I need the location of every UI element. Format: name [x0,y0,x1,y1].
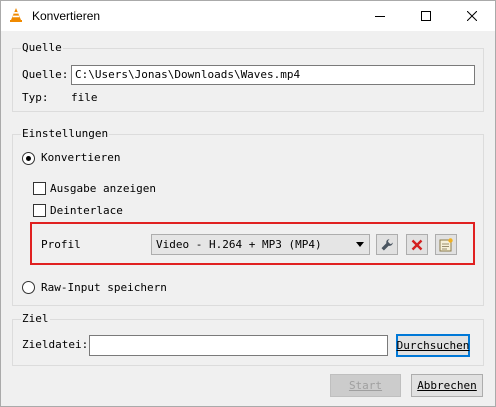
vlc-cone-icon [10,8,22,22]
raw-input-radio-label[interactable]: Raw-Input speichern [41,281,167,295]
cancel-button-label: Abbrechen [417,378,477,392]
convert-dialog: Konvertieren Quelle Quelle: C:\Users\Jon… [0,0,496,407]
target-group-label: Ziel [21,312,50,326]
source-group-label: Quelle [21,41,63,55]
profile-select-value: Video - H.264 + MP3 (MP4) [156,238,322,251]
wrench-icon [381,238,393,250]
profile-select[interactable]: Video - H.264 + MP3 (MP4) [151,234,370,255]
new-profile-button[interactable] [435,234,457,255]
maximize-icon [421,11,431,21]
source-path-field[interactable]: C:\Users\Jonas\Downloads\Waves.mp4 [71,65,475,85]
deinterlace-label[interactable]: Deinterlace [50,204,123,218]
settings-group-label: Einstellungen [21,127,110,141]
start-button[interactable]: Start [330,374,401,397]
show-output-checkbox[interactable] [33,182,46,195]
start-button-label: Start [348,378,383,392]
close-button[interactable] [449,1,495,31]
show-output-label[interactable]: Ausgabe anzeigen [50,182,156,196]
browse-button[interactable]: Durchsuchen [396,334,470,357]
target-file-label: Zieldatei: [22,338,89,351]
source-label: Quelle: [22,68,69,81]
convert-radio[interactable] [22,152,35,165]
profile-label: Profil [41,238,81,251]
title-bar[interactable]: Konvertieren [1,1,495,31]
browse-button-label: Durchsuchen [396,338,470,352]
delete-x-icon [411,239,423,250]
maximize-button[interactable] [403,1,449,31]
convert-radio-label[interactable]: Konvertieren [41,151,120,165]
close-icon [467,11,477,21]
delete-profile-button[interactable] [406,234,428,255]
raw-input-radio[interactable] [22,281,35,294]
type-label: Typ: [22,91,49,104]
minimize-icon [375,16,385,17]
edit-profile-button[interactable] [376,234,398,255]
window-title: Konvertieren [32,9,101,23]
deinterlace-checkbox[interactable] [33,204,46,217]
cancel-button[interactable]: Abbrechen [411,374,483,397]
target-file-input[interactable] [89,335,388,356]
type-value: file [71,91,98,104]
chevron-down-icon [356,242,364,247]
minimize-button[interactable] [357,1,403,31]
new-profile-icon [439,237,453,251]
